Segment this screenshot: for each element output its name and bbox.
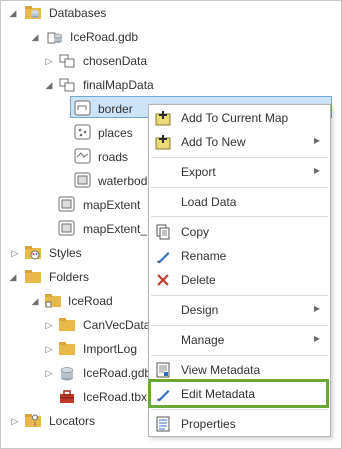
tree-item-databases[interactable]: Databases xyxy=(49,5,106,21)
submenu-arrow-icon: ▶ xyxy=(313,166,320,175)
menu-separator xyxy=(151,409,328,410)
feature-dataset-icon xyxy=(58,53,76,69)
pencil-icon xyxy=(155,248,171,264)
geodatabase-icon xyxy=(46,29,64,45)
menu-item-load-data[interactable]: Load Data xyxy=(149,191,330,213)
tree-item-folders[interactable]: Folders xyxy=(49,269,89,285)
tree-item-finalmapdata[interactable]: finalMapData xyxy=(83,77,154,93)
collapse-icon[interactable]: ◢ xyxy=(8,8,18,18)
menu-item-design[interactable]: Design ▶ xyxy=(149,299,330,321)
delete-x-icon xyxy=(155,272,171,288)
tree-item-iceroad-folder[interactable]: IceRoad xyxy=(68,293,113,309)
line-feature-class-icon xyxy=(74,148,92,164)
tree-item-roads[interactable]: roads xyxy=(98,149,128,165)
copy-icon xyxy=(155,224,171,240)
expand-icon[interactable]: ▷ xyxy=(44,344,54,354)
collapse-icon[interactable]: ◢ xyxy=(30,296,40,306)
view-metadata-icon xyxy=(155,362,171,378)
menu-separator xyxy=(151,355,328,356)
properties-icon xyxy=(155,416,171,432)
menu-item-export[interactable]: Export ▶ xyxy=(149,161,330,183)
tree-item-mapextent-e[interactable]: mapExtent_E xyxy=(83,221,155,237)
tree-item-iceroad-tbx[interactable]: IceRoad.tbx xyxy=(83,389,147,405)
menu-item-delete[interactable]: Delete xyxy=(149,269,330,291)
submenu-arrow-icon: ▶ xyxy=(313,334,320,343)
menu-separator xyxy=(151,325,328,326)
menu-separator xyxy=(151,157,328,158)
submenu-arrow-icon: ▶ xyxy=(313,304,320,313)
tree-item-locators[interactable]: Locators xyxy=(49,413,95,429)
feature-dataset-icon xyxy=(58,77,76,93)
tree-item-styles[interactable]: Styles xyxy=(49,245,82,261)
expand-icon[interactable]: ▷ xyxy=(44,368,54,378)
tree-item-importlog[interactable]: ImportLog xyxy=(83,341,137,357)
menu-separator xyxy=(151,295,328,296)
point-feature-class-icon xyxy=(74,124,92,140)
tree-item-canvecdata[interactable]: CanVecData xyxy=(83,317,150,333)
collapse-icon[interactable]: ◢ xyxy=(8,272,18,282)
geodatabase-icon xyxy=(58,365,76,381)
tree-item-waterbod[interactable]: waterbod xyxy=(98,173,147,189)
collapse-icon[interactable]: ◢ xyxy=(44,80,54,90)
polygon-feature-class-icon xyxy=(74,172,92,188)
tree-item-iceroad-gdb-folder[interactable]: IceRoad.gdb xyxy=(83,365,151,381)
line-feature-class-icon xyxy=(74,100,92,116)
folder-icon xyxy=(58,317,76,333)
locators-folder-icon xyxy=(24,413,42,429)
submenu-arrow-icon: ▶ xyxy=(313,136,320,145)
menu-separator xyxy=(151,216,328,217)
expand-icon[interactable]: ▷ xyxy=(10,248,20,258)
collapse-icon[interactable]: ◢ xyxy=(30,32,40,42)
database-folder-icon xyxy=(24,5,42,21)
menu-item-view-metadata[interactable]: View Metadata xyxy=(149,359,330,381)
context-menu: Add To Current Map Add To New ▶ Export ▶… xyxy=(148,104,331,437)
polygon-feature-class-icon xyxy=(58,220,76,236)
menu-item-properties[interactable]: Properties xyxy=(149,413,330,435)
tree-item-iceroad-gdb[interactable]: IceRoad.gdb xyxy=(70,29,138,45)
tree-item-mapextent[interactable]: mapExtent xyxy=(83,197,140,213)
folder-icon xyxy=(58,341,76,357)
menu-item-rename[interactable]: Rename xyxy=(149,245,330,267)
tree-item-border[interactable]: border xyxy=(98,101,133,117)
menu-item-manage[interactable]: Manage ▶ xyxy=(149,329,330,351)
tree-item-chosendata[interactable]: chosenData xyxy=(83,53,147,69)
menu-item-add-to-new[interactable]: Add To New ▶ xyxy=(149,131,330,153)
polygon-feature-class-icon xyxy=(58,196,76,212)
toolbox-icon xyxy=(58,389,76,405)
styles-folder-icon xyxy=(24,245,42,261)
menu-item-edit-metadata[interactable]: Edit Metadata xyxy=(149,383,330,405)
add-to-map-icon xyxy=(155,110,171,126)
folder-connection-icon xyxy=(44,293,62,309)
pencil-icon xyxy=(155,386,171,402)
expand-icon[interactable]: ▷ xyxy=(10,416,20,426)
menu-item-add-to-current-map[interactable]: Add To Current Map xyxy=(149,107,330,129)
add-to-new-icon xyxy=(155,134,171,150)
menu-item-copy[interactable]: Copy xyxy=(149,221,330,243)
expand-icon[interactable]: ▷ xyxy=(44,320,54,330)
menu-separator xyxy=(151,187,328,188)
folder-icon xyxy=(24,269,42,285)
tree-item-places[interactable]: places xyxy=(98,125,133,141)
expand-icon[interactable]: ▷ xyxy=(44,56,54,66)
